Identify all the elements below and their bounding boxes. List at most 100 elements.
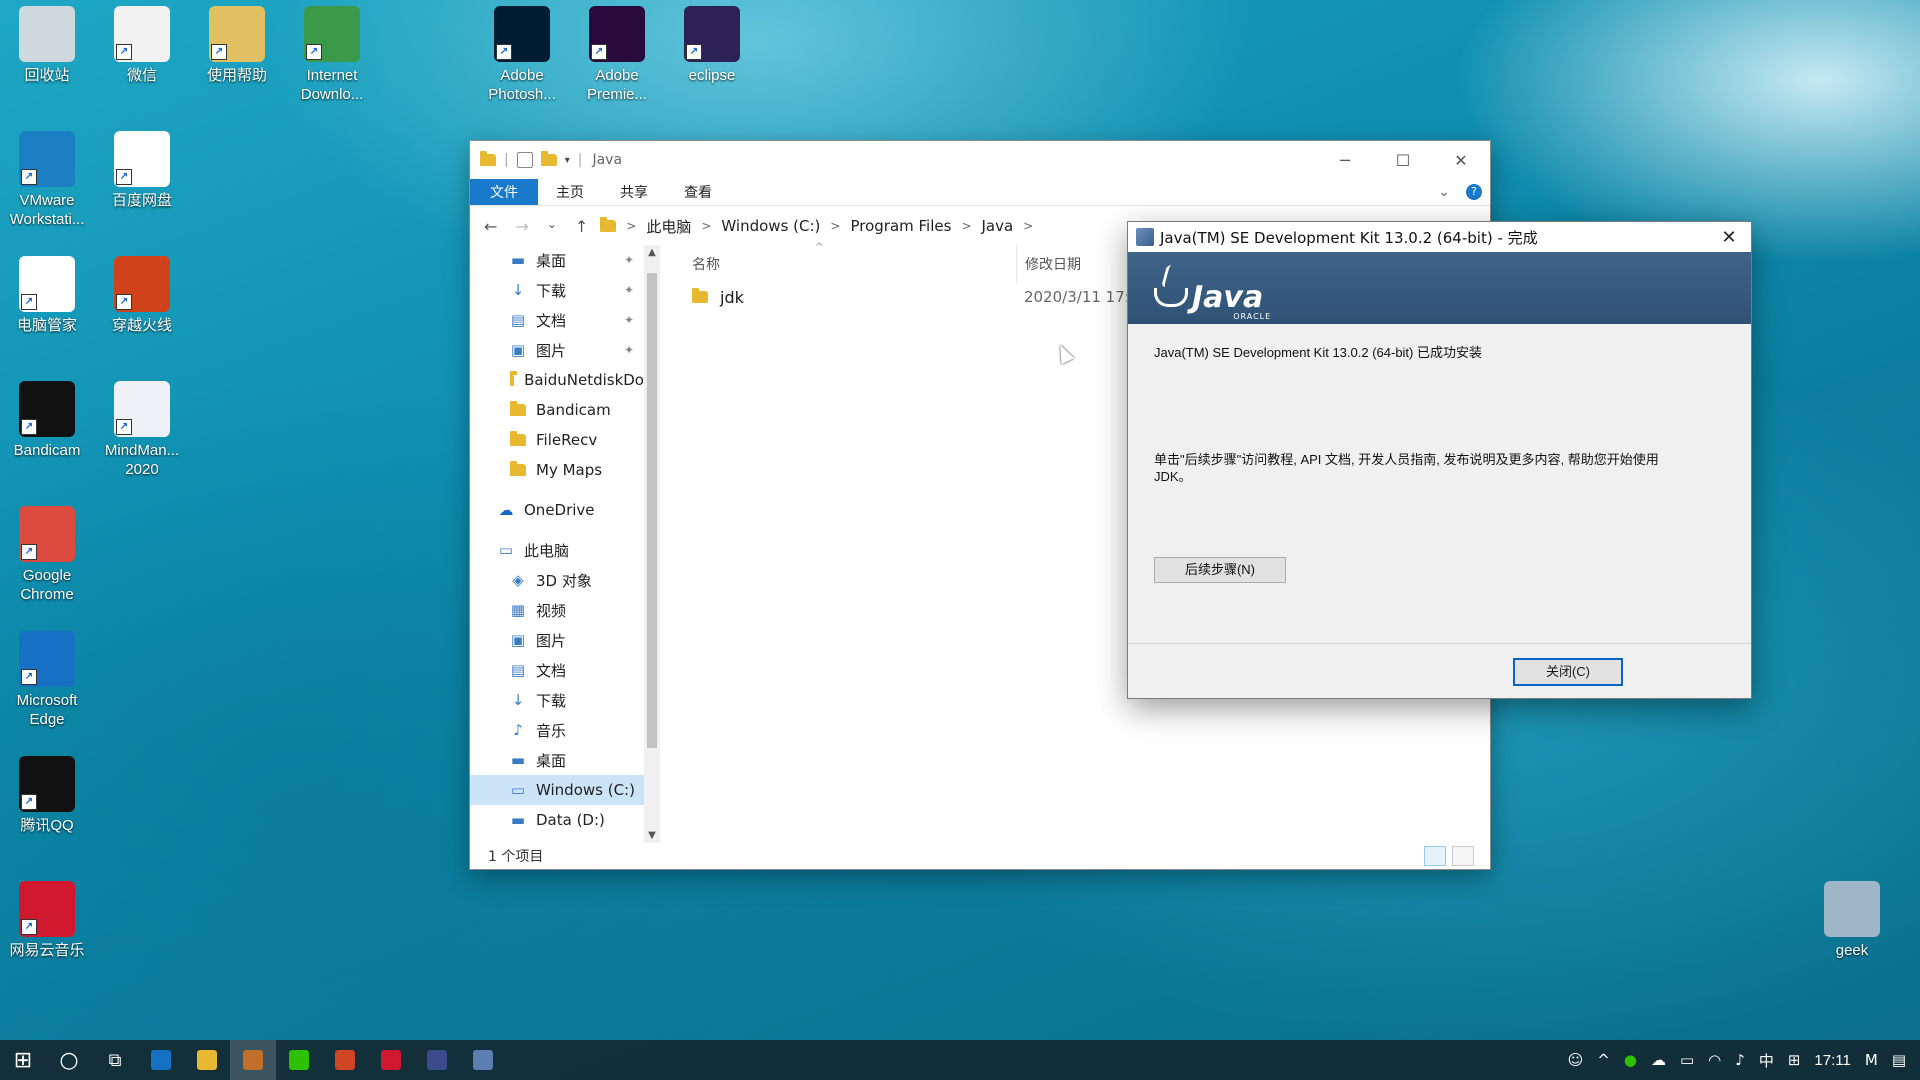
nav-item[interactable]: My Maps xyxy=(470,455,644,485)
tab-share[interactable]: 共享 xyxy=(602,179,666,205)
scroll-up-icon[interactable]: ▲ xyxy=(644,247,660,258)
recent-locations-icon[interactable]: ⌄ xyxy=(547,217,557,236)
desktop-icon-geek-uninstaller[interactable]: geek xyxy=(1805,875,1899,960)
chevron-right-icon[interactable]: > xyxy=(701,219,711,233)
mindmanager-icon[interactable] xyxy=(414,1040,460,1080)
details-view-icon[interactable] xyxy=(1424,846,1446,866)
nav-item[interactable]: BaiduNetdiskDo xyxy=(470,365,644,395)
nav-item[interactable]: Bandicam xyxy=(470,395,644,425)
nav-item[interactable]: ☁ OneDrive xyxy=(470,495,644,525)
chevron-right-icon[interactable]: > xyxy=(1023,219,1033,233)
breadcrumb[interactable]: > 此电脑 > Windows (C:) > Program Files > J… xyxy=(600,216,1033,237)
new-folder-icon[interactable] xyxy=(540,151,557,166)
show-hidden-icons-icon[interactable]: ^ xyxy=(1597,1051,1610,1069)
nav-item[interactable]: ♪ 音乐 xyxy=(470,715,644,745)
breadcrumb-this-pc[interactable]: 此电脑 xyxy=(646,216,691,237)
desktop-icon-internet-download-manager[interactable]: ↗ Internet Downlo... xyxy=(285,0,379,104)
nav-item[interactable]: ▣ 图片 ✦ xyxy=(470,335,644,365)
nav-item[interactable]: ▬ 桌面 ✦ xyxy=(470,245,644,275)
help-icon[interactable]: ? xyxy=(1466,184,1482,200)
next-steps-button[interactable]: 后续步骤(N) xyxy=(1154,557,1286,583)
breadcrumb-drive-c[interactable]: Windows (C:) xyxy=(721,217,820,235)
nav-item[interactable]: ▭ 此电脑 xyxy=(470,535,644,565)
desktop-icon-help-document[interactable]: ↗ 使用帮助 xyxy=(190,0,284,85)
clock[interactable]: 17:11 xyxy=(1814,1052,1850,1069)
task-view-icon[interactable]: ⧉ xyxy=(92,1040,138,1080)
ime-mode-icon[interactable]: ⊞ xyxy=(1788,1051,1801,1069)
nav-item[interactable]: ▦ 视频 xyxy=(470,595,644,625)
expand-ribbon-icon[interactable]: ⌄ xyxy=(1438,184,1450,200)
tab-view[interactable]: 查看 xyxy=(666,179,730,205)
desktop-icon-qq[interactable]: ↗ 腾讯QQ xyxy=(0,750,94,835)
dialog-title-bar[interactable]: Java(TM) SE Development Kit 13.0.2 (64-b… xyxy=(1128,222,1751,252)
people-icon[interactable]: ☺ xyxy=(1568,1051,1584,1069)
nav-item[interactable]: ▣ 图片 xyxy=(470,625,644,655)
shortcut-arrow-icon: ↗ xyxy=(21,419,37,435)
column-name[interactable]: 名称 ^ xyxy=(660,242,1016,274)
close-icon[interactable]: ✕ xyxy=(1707,227,1751,248)
scroll-down-icon[interactable]: ▼ xyxy=(644,830,660,841)
desktop-icon-bandicam[interactable]: ↗ Bandicam xyxy=(0,375,94,460)
nav-item[interactable]: FileRecv xyxy=(470,425,644,455)
nav-item[interactable]: ▬ 桌面 xyxy=(470,745,644,775)
breadcrumb-java[interactable]: Java xyxy=(982,217,1014,235)
desktop-icon-pc-manager[interactable]: ↗ 电脑管家 xyxy=(0,250,94,335)
desktop-icon-chrome[interactable]: ↗ Google Chrome xyxy=(0,500,94,604)
settings-app-icon[interactable] xyxy=(230,1040,276,1080)
desktop-icon-premiere[interactable]: ↗ Adobe Premie... xyxy=(570,0,664,104)
tab-home[interactable]: 主页 xyxy=(538,179,602,205)
nav-item[interactable]: ▤ 文档 xyxy=(470,655,644,685)
close-button[interactable]: 关闭(C) xyxy=(1513,658,1623,686)
desktop-icon-eclipse[interactable]: ↗ eclipse xyxy=(665,0,759,85)
desktop-icon-photoshop[interactable]: ↗ Adobe Photosh... xyxy=(475,0,569,104)
desktop-icon-wechat[interactable]: ↗ 微信 xyxy=(95,0,189,85)
maximize-icon[interactable]: ☐ xyxy=(1374,151,1432,170)
ime-indicator[interactable]: 中 xyxy=(1759,1050,1774,1071)
wifi-icon[interactable]: ◠ xyxy=(1708,1051,1721,1069)
wechat-tray-icon[interactable]: ● xyxy=(1624,1051,1637,1069)
cloud-icon[interactable]: ☁ xyxy=(1651,1051,1666,1069)
java-installer-icon[interactable] xyxy=(460,1040,506,1080)
chevron-right-icon[interactable]: > xyxy=(830,219,840,233)
desktop-icon-mindmanager[interactable]: ↗ MindMan... 2020 xyxy=(95,375,189,479)
chevron-right-icon[interactable]: > xyxy=(961,219,971,233)
column-modified[interactable]: 修改日期 xyxy=(1016,245,1081,283)
volume-icon[interactable]: ♪ xyxy=(1735,1051,1745,1069)
nav-item[interactable]: ↓ 下载 xyxy=(470,685,644,715)
large-icons-view-icon[interactable] xyxy=(1452,846,1474,866)
chevron-down-icon[interactable]: ▾ xyxy=(565,155,570,166)
battery-icon[interactable]: ▭ xyxy=(1680,1051,1694,1069)
desktop-icon-vmware[interactable]: ↗ VMware Workstati... xyxy=(0,125,94,229)
file-explorer-icon[interactable] xyxy=(184,1040,230,1080)
minimize-icon[interactable]: ─ xyxy=(1316,151,1374,170)
action-center-icon[interactable]: ▤ xyxy=(1892,1051,1906,1069)
search-icon[interactable]: ○ xyxy=(46,1040,92,1080)
edge-icon[interactable] xyxy=(138,1040,184,1080)
desktop-icon-edge[interactable]: ↗ Microsoft Edge xyxy=(0,625,94,729)
nav-item[interactable]: ▭ Windows (C:) xyxy=(470,775,644,805)
nav-item[interactable]: ◈ 3D 对象 xyxy=(470,565,644,595)
desktop-icon-netease-music[interactable]: ↗ 网易云音乐 xyxy=(0,875,94,960)
tab-file[interactable]: 文件 xyxy=(470,179,538,205)
properties-icon[interactable] xyxy=(516,152,533,168)
desktop-icon-recycle-bin[interactable]: 回收站 xyxy=(0,0,94,85)
close-icon[interactable]: ✕ xyxy=(1432,151,1490,170)
desktop-icon-baidu-netdisk[interactable]: ↗ 百度网盘 xyxy=(95,125,189,210)
back-icon[interactable]: ← xyxy=(484,217,497,236)
powerpoint-icon[interactable] xyxy=(322,1040,368,1080)
nav-item[interactable]: ▬ Data (D:) xyxy=(470,805,644,835)
desktop-icon-crossfire[interactable]: ↗ 穿越火线 xyxy=(95,250,189,335)
pc-manager-tray-icon[interactable]: M xyxy=(1865,1051,1878,1069)
nav-item[interactable]: ▤ 文档 ✦ xyxy=(470,305,644,335)
chevron-right-icon[interactable]: > xyxy=(626,219,636,233)
start-icon[interactable]: ⊞ xyxy=(0,1040,46,1080)
scroll-thumb[interactable] xyxy=(647,273,657,748)
nav-item[interactable]: ↓ 下载 ✦ xyxy=(470,275,644,305)
breadcrumb-program-files[interactable]: Program Files xyxy=(850,217,951,235)
explorer-title-bar[interactable]: | ▾ | Java ─ ☐ ✕ xyxy=(470,141,1490,179)
wechat-icon[interactable] xyxy=(276,1040,322,1080)
forward-icon[interactable]: → xyxy=(515,217,528,236)
netease-music-icon[interactable] xyxy=(368,1040,414,1080)
nav-scrollbar[interactable]: ▲ ▼ xyxy=(644,245,660,843)
up-icon[interactable]: ↑ xyxy=(575,217,588,236)
